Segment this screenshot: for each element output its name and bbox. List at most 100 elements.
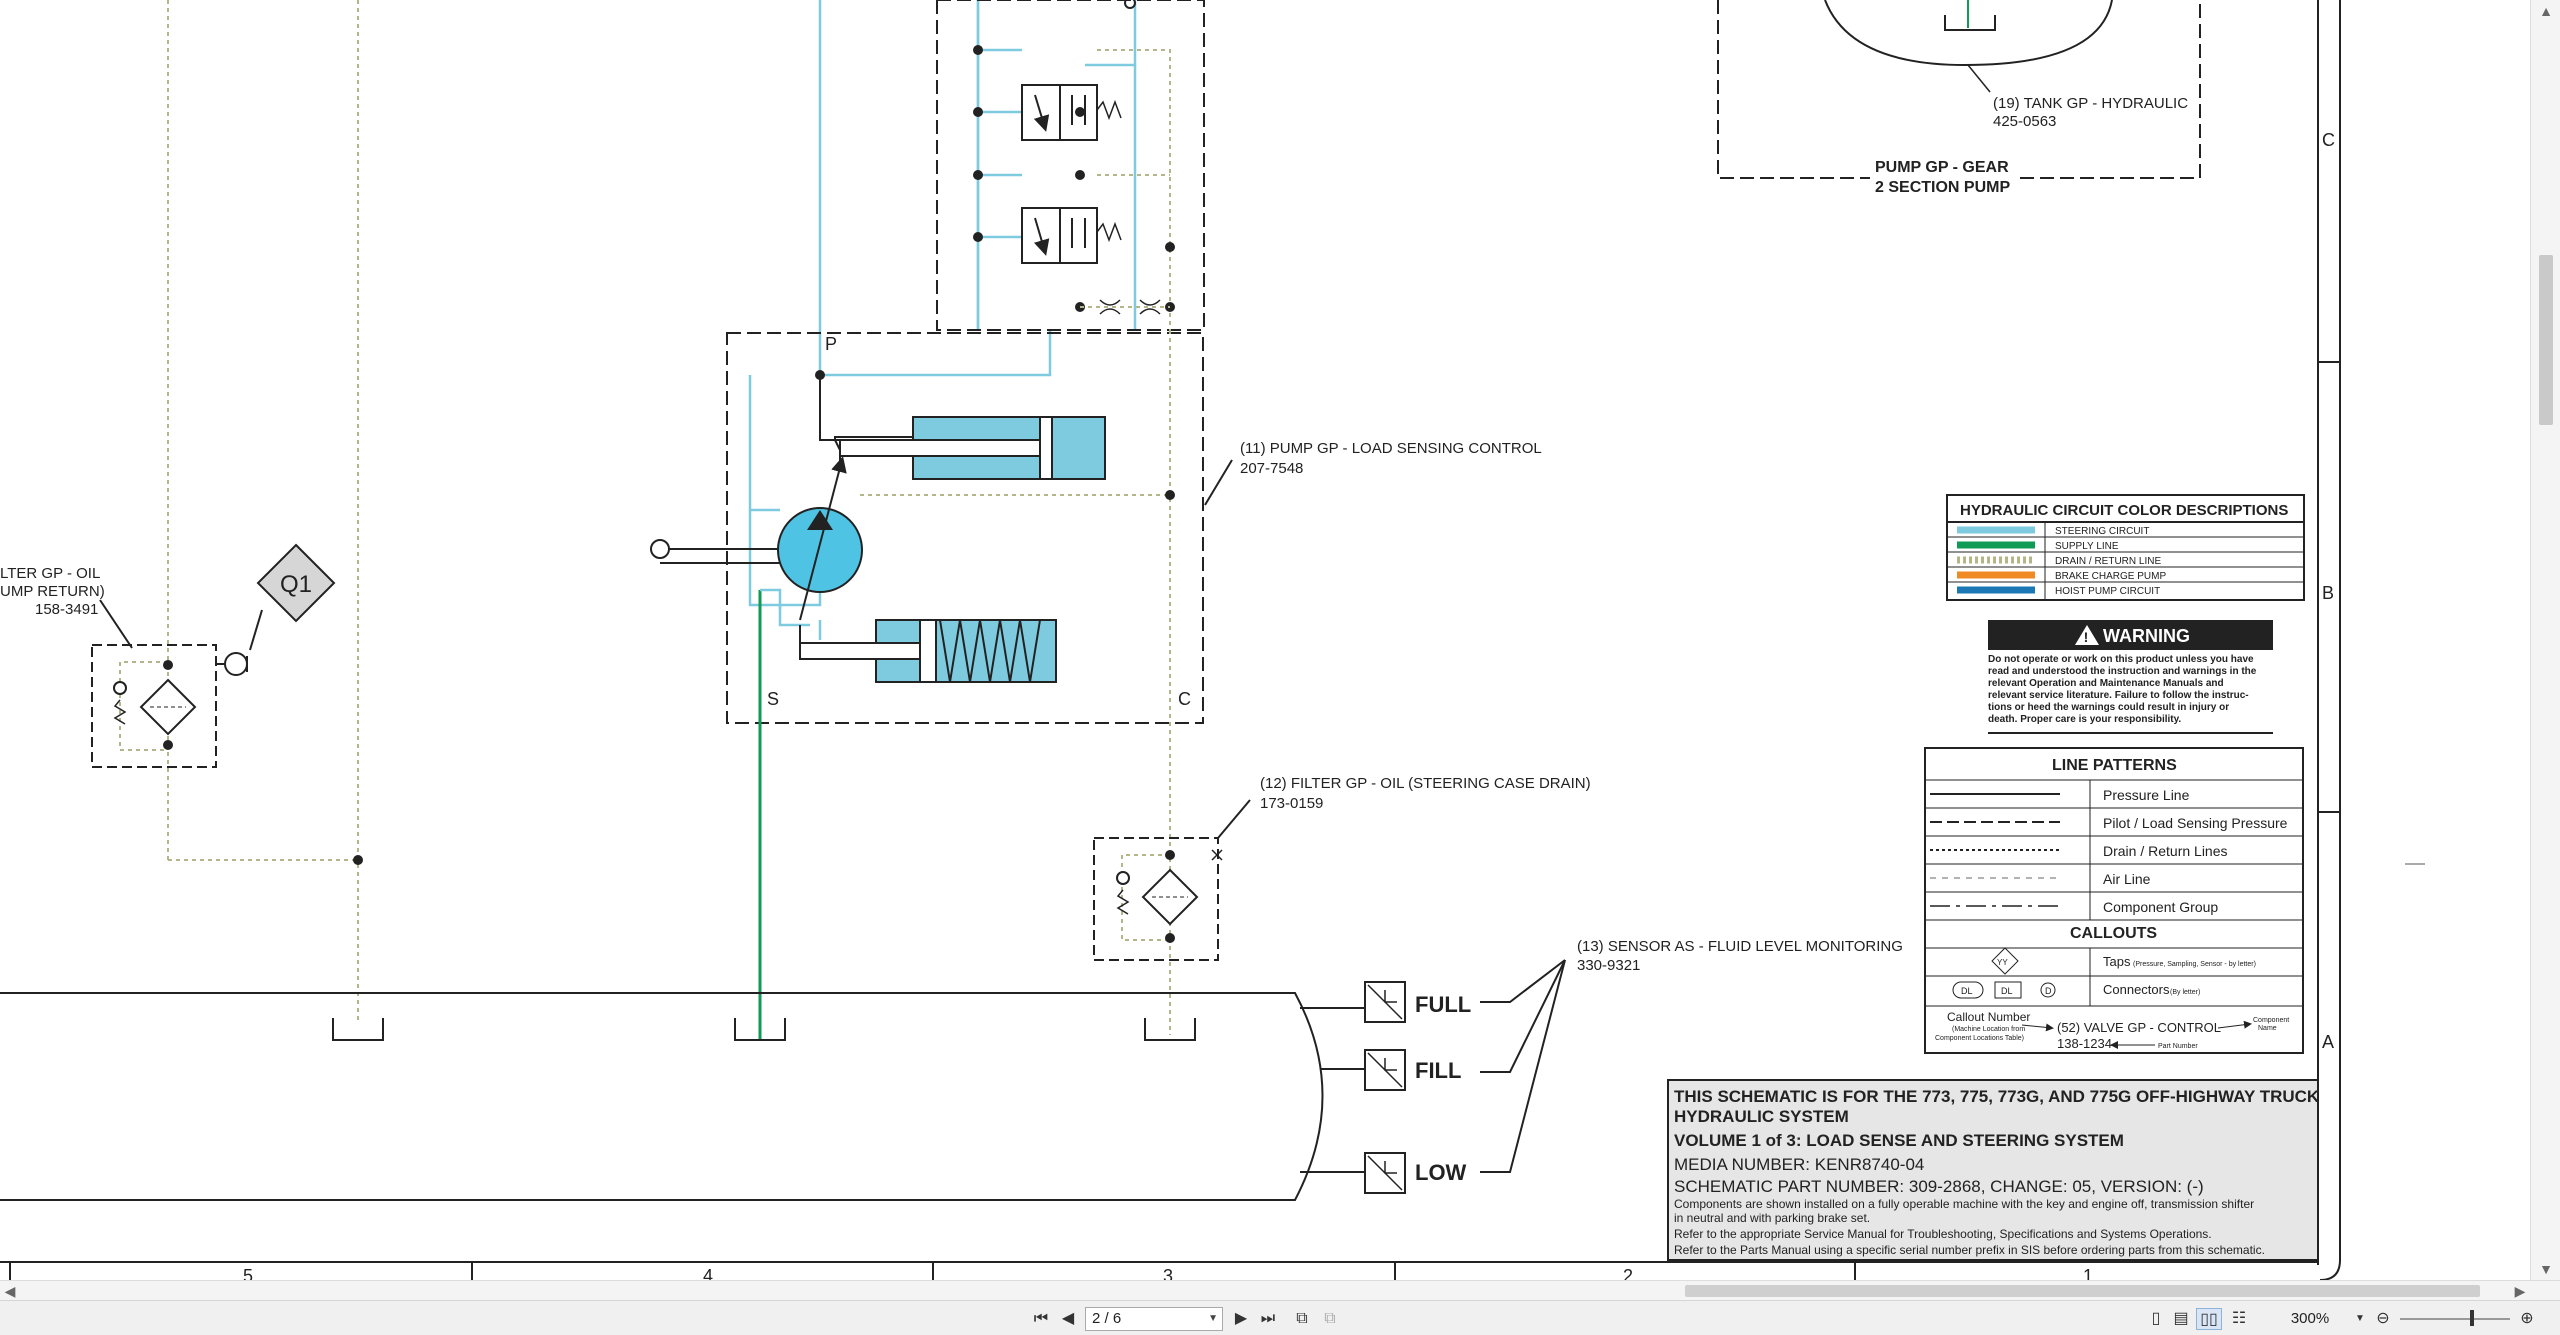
filter-left	[91, 644, 217, 768]
grid-3-label: 3	[1163, 1266, 1173, 1280]
next-page-icon[interactable]: ▶	[1230, 1308, 1252, 1330]
prev-page-icon[interactable]: ◀	[1057, 1308, 1079, 1330]
warning-line: Do not operate or work on this product u…	[1988, 654, 2254, 665]
filter-left-callout-1: LTER GP - OIL	[0, 565, 100, 582]
zone-b-label: B	[2322, 583, 2334, 603]
media-number: MEDIA NUMBER: KENR8740-04	[1674, 1155, 1924, 1174]
callout-note-1: (Machine Location from	[1952, 1026, 2025, 1033]
schematic-part-number: SCHEMATIC PART NUMBER: 309-2868, CHANGE:…	[1674, 1177, 2204, 1196]
gear-pump-group	[1717, 0, 2201, 179]
pump-ls-callout: (11) PUMP GP - LOAD SENSING CONTROL	[1240, 440, 1542, 457]
document-canvas[interactable]: P S C (11) PUMP GP - LOAD SENSING CONTRO…	[0, 0, 2530, 1280]
steering-cylinder-upper	[839, 416, 1106, 480]
color-legend-title: HYDRAULIC CIRCUIT COLOR DESCRIPTIONS	[1960, 502, 2288, 519]
continuous-facing-view-icon[interactable]: ☷	[2228, 1308, 2250, 1330]
pilot-lines-valves	[1097, 49, 1171, 330]
taps-label: Taps	[2103, 954, 2131, 969]
horizontal-scroll-thumb[interactable]	[1685, 1285, 2480, 1297]
line-pattern-label: Drain / Return Lines	[2103, 843, 2228, 859]
zoom-in-icon[interactable]: ⊕	[2516, 1308, 2538, 1330]
hydraulic-tank	[0, 992, 1324, 1201]
legend-label: HOIST PUMP CIRCUIT	[2055, 586, 2160, 597]
pump-group-title-1: PUMP GP - GEAR	[1875, 159, 2009, 176]
callouts-title: CALLOUTS	[2070, 925, 2157, 942]
title-note-4: Refer to the Parts Manual using a specif…	[1674, 1243, 2265, 1257]
warning-line: tions or heed the warnings could result …	[1988, 702, 2229, 713]
taps-symbol: YY	[1997, 958, 2008, 967]
warning-line: death. Proper care is your responsibilit…	[1988, 714, 2181, 725]
continuous-view-icon[interactable]: ▤	[2170, 1308, 2192, 1330]
connectors-note: (By letter)	[2170, 989, 2200, 996]
page-number-input[interactable]: 2 / 6 ▼	[1085, 1307, 1223, 1331]
next-view-icon[interactable]: ⧉	[1318, 1308, 1342, 1330]
port-c-label: C	[1178, 689, 1191, 709]
legend-label: BRAKE CHARGE PUMP	[2055, 571, 2166, 582]
line-pattern-label: Air Line	[2103, 871, 2151, 887]
filter-12-part: 173-0159	[1260, 795, 1323, 812]
line-patterns-title: LINE PATTERNS	[2052, 757, 2177, 774]
level-low-label: LOW	[1415, 1160, 1467, 1185]
filter-steering-case-drain	[1093, 837, 1223, 961]
zone-a-label: A	[2322, 1032, 2334, 1052]
filter-left-part: 158-3491	[35, 601, 98, 618]
legend-label: DRAIN / RETURN LINE	[2055, 556, 2161, 567]
scroll-left-icon[interactable]: ◀	[0, 1281, 20, 1301]
warning-line: relevant service literature. Failure to …	[1988, 690, 2249, 701]
level-full-label: FULL	[1415, 992, 1471, 1017]
grid-2-label: 2	[1623, 1266, 1633, 1280]
zoom-slider[interactable]	[2400, 1318, 2510, 1320]
warning-line: read and understood the instruction and …	[1988, 666, 2257, 677]
drawing-border	[2317, 0, 2425, 1280]
grid-1-label: 1	[2083, 1266, 2093, 1280]
tank-part: 425-0563	[1993, 113, 2056, 130]
filter-12-callout: (12) FILTER GP - OIL (STEERING CASE DRAI…	[1260, 775, 1591, 792]
title-line-2: HYDRAULIC SYSTEM	[1674, 1107, 1849, 1126]
sensor-13-part: 330-9321	[1577, 957, 1640, 974]
chevron-down-icon[interactable]: ▼	[1208, 1308, 1218, 1330]
tap-q1: Q1	[216, 543, 336, 676]
page-indicator-text: 2 / 6	[1092, 1310, 1122, 1327]
first-page-icon[interactable]: ⏮	[1030, 1308, 1052, 1330]
last-page-icon[interactable]: ⏭	[1257, 1308, 1279, 1330]
zone-c-label: C	[2322, 130, 2335, 150]
scroll-up-icon[interactable]: ▲	[2531, 0, 2560, 22]
vertical-scrollbar[interactable]: ▲ ▼	[2530, 0, 2560, 1280]
port-s-label: S	[767, 689, 779, 709]
component-name-note-2: Name	[2258, 1025, 2277, 1032]
single-page-view-icon[interactable]: ▯	[2145, 1308, 2167, 1330]
zoom-out-icon[interactable]: ⊖	[2372, 1308, 2394, 1330]
tap-q1-label: Q1	[280, 571, 312, 598]
solenoid-valve-lower	[1021, 207, 1122, 264]
scroll-down-icon[interactable]: ▼	[2531, 1258, 2560, 1280]
title-note-2: in neutral and with parking brake set.	[1674, 1211, 1870, 1225]
horizontal-scrollbar[interactable]: ◀ ▶	[0, 1280, 2560, 1300]
bottom-toolbar: ⏮ ◀ 2 / 6 ▼ ▶ ⏭ ⧉ ⧉ ▯ ▤ ▯▯ ☷ 300% ▼ ⊖ ⊕	[0, 1300, 2560, 1335]
zoom-slider-knob[interactable]	[2470, 1310, 2474, 1326]
line-pattern-label: Component Group	[2103, 899, 2218, 915]
zoom-level-text: 300%	[2290, 1310, 2330, 1327]
line-pattern-label: Pilot / Load Sensing Pressure	[2103, 815, 2288, 831]
callout-number-label: Callout Number	[1947, 1010, 2030, 1024]
previous-view-icon[interactable]: ⧉	[1290, 1308, 1314, 1330]
zoom-dropdown-icon[interactable]: ▼	[2352, 1308, 2368, 1330]
zoom-level[interactable]: 300%	[2270, 1308, 2350, 1330]
pump-group-title-2: 2 SECTION PUMP	[1875, 179, 2010, 196]
component-name-note-1: Component	[2253, 1017, 2289, 1024]
callout-example-part: 138-1234	[2057, 1036, 2112, 1051]
load-sensing-pump	[650, 456, 863, 621]
two-page-view-icon[interactable]: ▯▯	[2196, 1308, 2222, 1330]
warning-line: relevant Operation and Maintenance Manua…	[1988, 678, 2224, 689]
connector-symbol-3: D	[2045, 986, 2052, 996]
callout-note-2: Component Locations Table)	[1935, 1035, 2024, 1042]
title-line-3: VOLUME 1 of 3: LOAD SENSE AND STEERING S…	[1674, 1131, 2124, 1150]
scroll-right-icon[interactable]: ▶	[2510, 1281, 2530, 1301]
grid-4-label: 4	[703, 1266, 713, 1280]
junction-dot	[353, 855, 363, 865]
steering-cylinder-lower	[799, 619, 1057, 683]
drain-lines-left	[167, 0, 359, 1020]
level-fill-label: FILL	[1415, 1058, 1461, 1083]
pdf-viewer: P S C (11) PUMP GP - LOAD SENSING CONTRO…	[0, 0, 2560, 1335]
vertical-scroll-thumb[interactable]	[2539, 255, 2553, 425]
legend-label: SUPPLY LINE	[2055, 541, 2119, 552]
warning-title: WARNING	[2103, 626, 2190, 646]
